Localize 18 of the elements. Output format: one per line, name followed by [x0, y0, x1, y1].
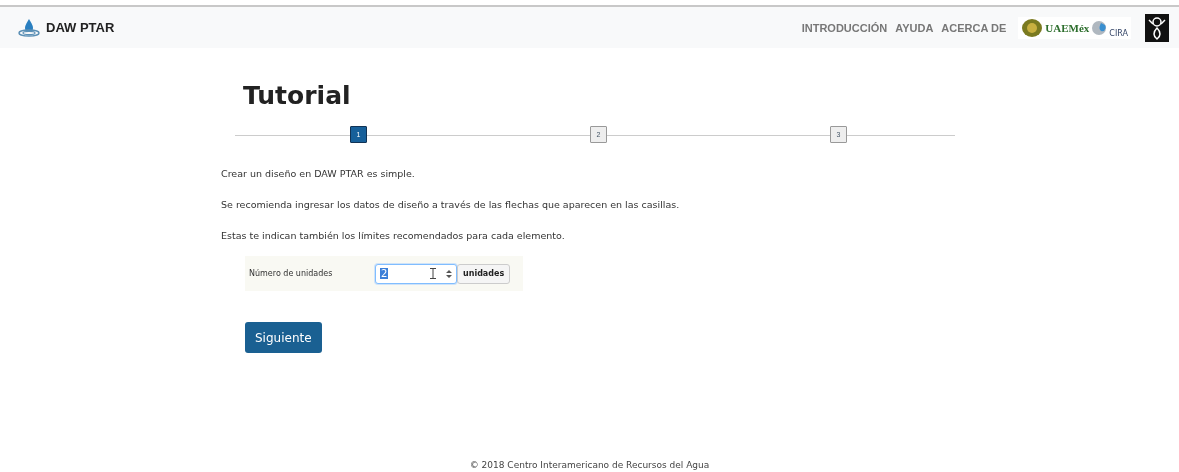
nav-link[interactable]: ACERCA DE: [941, 21, 1007, 34]
instruction-text: Se recomienda ingresar los datos de diseño a través de las flechas que aparecen en las casillas.: [221, 199, 681, 211]
instruction-text: Crear un diseño en DAW PTAR es simple.: [221, 168, 416, 180]
footer-text: © 2018 Centro Interamericano de Recursos del Agua: [468, 460, 711, 470]
instruction-text: Estas te indican también los límites recomendados para cada elemento.: [221, 230, 566, 242]
water-drop-icon: [18, 17, 40, 38]
text-cursor-icon: [430, 268, 436, 279]
nav-link[interactable]: AYUDA: [895, 21, 934, 34]
nav-link[interactable]: INTRODUCCIÓN: [801, 21, 888, 34]
emblem-icon: [1145, 13, 1169, 42]
unit-addon: unidades: [457, 263, 511, 284]
field-label: Número de unidades: [249, 269, 334, 278]
page-title: Tutorial: [243, 81, 352, 110]
spinner-icon[interactable]: [446, 268, 452, 279]
number-input[interactable]: 2: [375, 263, 457, 284]
brand-name[interactable]: DAW PTAR: [46, 20, 115, 35]
next-button[interactable]: Siguiente: [245, 322, 322, 353]
university-logo: UAEMéx CIRA: [1018, 16, 1131, 39]
